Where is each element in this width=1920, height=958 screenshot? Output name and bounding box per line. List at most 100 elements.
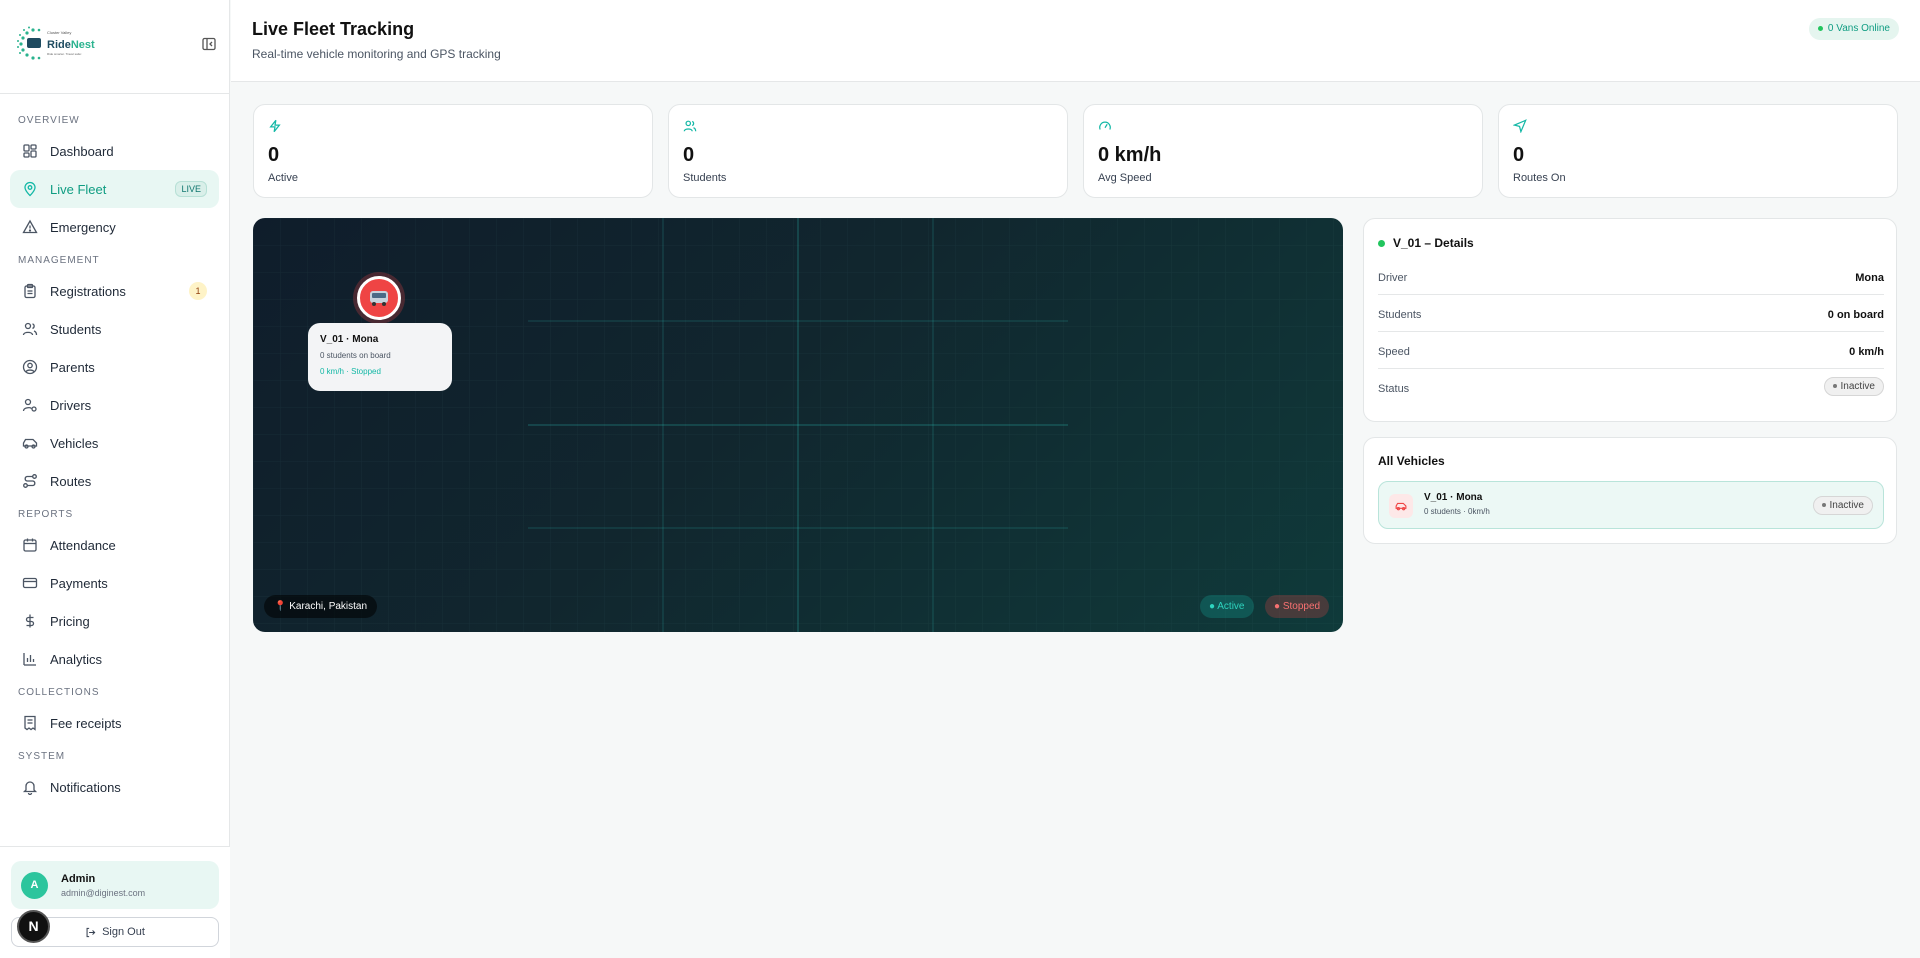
- sidebar-item-registrations[interactable]: Registrations 1: [10, 272, 219, 310]
- user-circle-icon: [22, 359, 38, 375]
- sidebar-item-label: Parents: [50, 359, 95, 375]
- details-title: V_01 – Details: [1378, 236, 1474, 250]
- receipt-icon: [24, 715, 36, 731]
- sidebar-item-label: Analytics: [50, 651, 103, 667]
- sidebar-nav: OVERVIEW Dashboard Live Fleet LIVE Emerg…: [0, 94, 229, 806]
- vans-online-label: 0 Vans Online: [1827, 23, 1890, 34]
- logout-icon: [86, 927, 96, 937]
- sidebar-item-attendance[interactable]: Attendance: [10, 526, 219, 564]
- details-row-students: Students 0 on board: [1378, 296, 1884, 332]
- vehicle-subtitle: 0 students · 0km/h: [1424, 507, 1490, 516]
- user-card[interactable]: A Admin admin@diginest.com: [11, 861, 219, 909]
- status-dot: [1821, 503, 1826, 508]
- user-cog-icon: [22, 398, 37, 412]
- stat-card-avg-speed: 0 km/h Avg Speed: [1083, 104, 1483, 198]
- dollar-icon: [25, 614, 35, 628]
- bar-chart-icon: [23, 653, 36, 666]
- sidebar-item-label: Registrations: [50, 283, 126, 299]
- sidebar-item-dashboard[interactable]: Dashboard: [10, 132, 219, 170]
- section-management: MANAGEMENT: [18, 255, 100, 266]
- car-icon: [1389, 494, 1413, 518]
- online-dot: [1817, 25, 1823, 31]
- status-label: Inactive: [1840, 381, 1875, 392]
- stat-value: 0 km/h: [1098, 144, 1162, 166]
- details-value: 0 km/h: [1849, 346, 1884, 358]
- avatar: A: [21, 872, 48, 899]
- details-status-dot: [1378, 239, 1385, 247]
- collapse-sidebar-icon[interactable]: [201, 36, 217, 52]
- stat-value: 0: [1513, 144, 1525, 166]
- sidebar-item-emergency[interactable]: Emergency: [10, 208, 219, 246]
- logo-name-nest: Nest: [71, 39, 95, 51]
- vehicle-list-item[interactable]: V_01 · Mona 0 students · 0km/h Inactive: [1378, 481, 1884, 529]
- sidebar-item-label: Students: [50, 321, 102, 337]
- dev-tools-badge[interactable]: N: [17, 910, 50, 943]
- sign-out-label: Sign Out: [102, 926, 145, 938]
- credit-card-icon: [22, 577, 38, 589]
- details-row-status: Status Inactive: [1378, 370, 1884, 406]
- popup-students: 0 students on board: [320, 351, 391, 360]
- all-vehicles-title: All Vehicles: [1378, 454, 1445, 468]
- details-title-text: V_01 – Details: [1393, 236, 1474, 250]
- stat-label: Students: [683, 172, 727, 184]
- bell-icon: [22, 781, 38, 795]
- status-badge: Inactive: [1812, 496, 1873, 515]
- sidebar-item-label: Attendance: [50, 537, 116, 553]
- sidebar-item-label: Pricing: [50, 613, 90, 629]
- warning-triangle-icon: [22, 219, 38, 234]
- gauge-icon: [1099, 121, 1111, 130]
- section-system: SYSTEM: [18, 751, 66, 762]
- clipboard-icon: [24, 283, 36, 299]
- calendar-icon: [23, 538, 37, 552]
- stat-card-routes-on: 0 Routes On: [1498, 104, 1898, 198]
- vans-online-badge: 0 Vans Online: [1808, 18, 1899, 40]
- sidebar-item-payments[interactable]: Payments: [10, 564, 219, 602]
- legend-active: ● Active: [1200, 595, 1254, 618]
- sidebar-item-fee-receipts[interactable]: Fee receipts: [10, 704, 219, 742]
- sidebar-item-parents[interactable]: Parents: [10, 348, 219, 386]
- sidebar-item-pricing[interactable]: Pricing: [10, 602, 219, 640]
- sidebar-item-vehicles[interactable]: Vehicles: [10, 424, 219, 462]
- section-reports: REPORTS: [18, 509, 74, 520]
- vehicle-marker[interactable]: [357, 276, 401, 320]
- sidebar-item-label: Emergency: [50, 219, 116, 235]
- page-title: Live Fleet Tracking: [252, 19, 415, 39]
- bus-icon: [370, 291, 388, 306]
- user-email: admin@diginest.com: [61, 888, 146, 898]
- popup-status: 0 km/h · Stopped: [320, 367, 381, 376]
- car-icon: [22, 438, 38, 449]
- map-grid: [253, 218, 1343, 632]
- details-value: Mona: [1855, 272, 1884, 284]
- ridenest-logo[interactable]: Cluster Valley RideNest Ride smarter. Tr…: [15, 26, 105, 66]
- sidebar-item-routes[interactable]: Routes: [10, 462, 219, 500]
- sidebar-item-analytics[interactable]: Analytics: [10, 640, 219, 678]
- lightning-icon: [269, 119, 281, 133]
- details-key: Speed: [1378, 346, 1410, 358]
- vehicle-popup: V_01 · Mona 0 students on board 0 km/h ·…: [308, 323, 452, 391]
- details-key: Students: [1378, 309, 1422, 321]
- sidebar: Cluster Valley RideNest Ride smarter. Tr…: [0, 0, 230, 958]
- live-badge: LIVE: [175, 181, 207, 197]
- sidebar-item-notifications[interactable]: Notifications: [10, 768, 219, 806]
- logo-tagline: Ride smarter. Travel safer.: [47, 52, 82, 56]
- stat-label: Routes On: [1513, 172, 1566, 184]
- legend-stopped: ● Stopped: [1265, 595, 1330, 618]
- details-key: Status: [1378, 383, 1410, 395]
- vehicle-details-panel: V_01 – Details Driver Mona Students 0 on…: [1363, 218, 1897, 422]
- sidebar-item-drivers[interactable]: Drivers: [10, 386, 219, 424]
- stat-label: Active: [268, 172, 298, 184]
- location-pill: 📍 Karachi, Pakistan: [264, 595, 378, 618]
- section-collections: COLLECTIONS: [18, 687, 100, 698]
- sidebar-item-live-fleet[interactable]: Live Fleet LIVE: [10, 170, 219, 208]
- sidebar-item-label: Dashboard: [50, 143, 114, 159]
- section-overview: OVERVIEW: [18, 115, 80, 126]
- sidebar-item-students[interactable]: Students: [10, 310, 219, 348]
- stat-value: 0: [683, 144, 695, 166]
- users-icon: [683, 120, 697, 132]
- sidebar-item-label: Notifications: [50, 779, 121, 795]
- user-name: Admin: [61, 873, 96, 885]
- popup-title: V_01 · Mona: [320, 334, 379, 345]
- fleet-map[interactable]: V_01 · Mona 0 students on board 0 km/h ·…: [253, 218, 1343, 632]
- logo-name-ride: Ride: [47, 39, 71, 51]
- registrations-count-badge: 1: [189, 282, 207, 300]
